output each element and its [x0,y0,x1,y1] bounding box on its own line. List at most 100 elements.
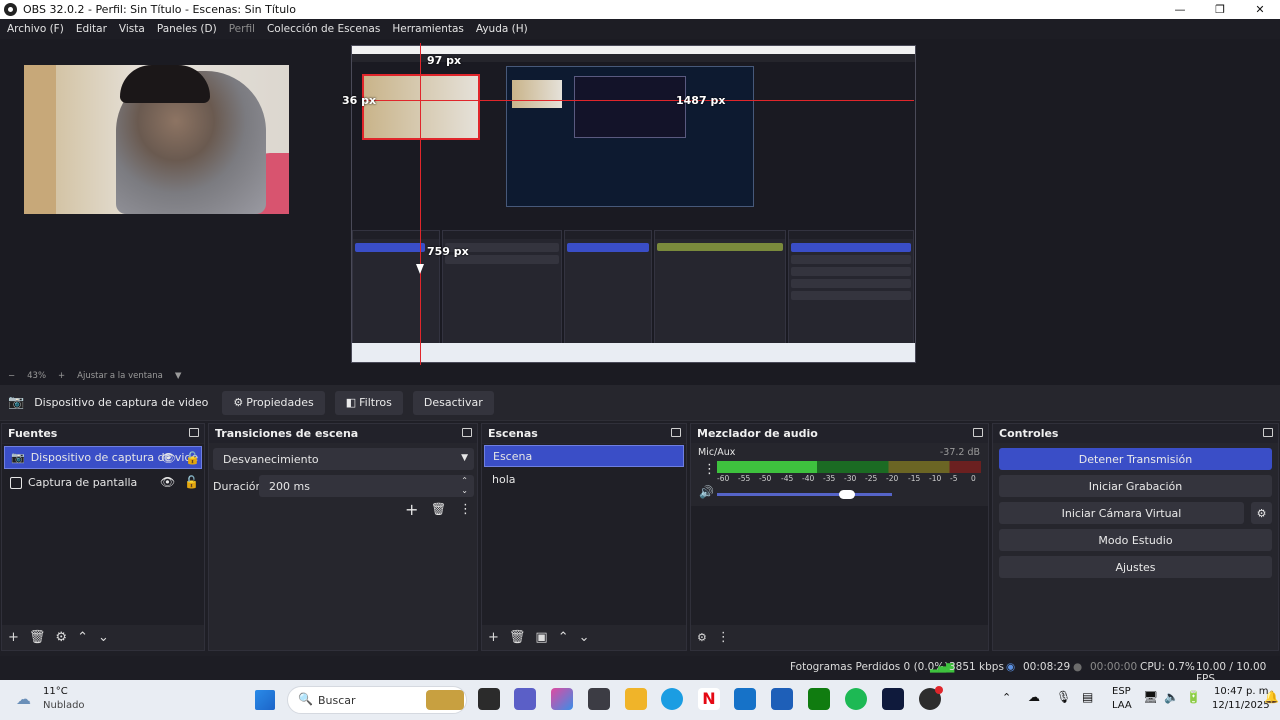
keyboard-layout[interactable]: LAA [1112,700,1132,711]
start-recording-button[interactable]: Iniciar Grabación [999,475,1272,497]
volume-icon[interactable]: 🔈 [1164,690,1179,704]
zoom-dropdown-icon[interactable]: ▼ [175,371,182,381]
scene-item-hola[interactable]: hola [484,468,684,490]
volume-slider[interactable] [717,490,892,499]
tray-app-icon[interactable]: ▤ [1082,690,1093,704]
zoom-in-button[interactable]: + [58,371,65,381]
record-time: 00:00:00 [1090,661,1138,673]
search-placeholder: Buscar [318,694,356,707]
remove-source-button[interactable]: 🗑 [29,630,46,645]
copilot-icon[interactable] [551,688,573,710]
mixer-menu-icon[interactable]: ⋮ [717,630,730,645]
scenes-title: Escenas [488,427,538,440]
remove-transition-button[interactable]: 🗑 [431,502,446,516]
move-down-button[interactable]: ⌄ [579,630,590,645]
move-up-button[interactable]: ⌃ [558,630,569,645]
stop-streaming-button[interactable]: Detener Transmisión [999,448,1272,470]
menu-paneles[interactable]: Paneles (D) [157,23,217,35]
controls-title: Controles [999,427,1059,440]
keyboard-language[interactable]: ESP [1112,686,1131,697]
microphone-icon[interactable]: 🎙 [1056,690,1071,704]
settings-button[interactable]: Ajustes [999,556,1272,578]
obs-taskbar-icon[interactable] [919,686,943,710]
task-view-icon[interactable] [478,688,500,710]
mixer-channel-name: Mic/Aux [698,447,736,458]
mixer-advanced-icon[interactable]: ⚙ [697,631,707,644]
preview-canvas[interactable]: 97 px 36 px 1487 px 759 px [0,39,1280,367]
onedrive-cloud-icon[interactable]: ☁ [1028,690,1040,704]
source-item-screen-capture[interactable]: Captura de pantalla 👁 🔓 [4,471,202,494]
menu-editar[interactable]: Editar [76,23,107,35]
spin-arrows-icon[interactable]: ⌃ ⌄ [461,476,468,496]
start-virtual-camera-button[interactable]: Iniciar Cámara Virtual [999,502,1244,524]
search-icon: 🔍 [298,692,313,706]
remove-scene-button[interactable]: 🗑 [509,630,526,645]
duration-spinbox[interactable]: 200 ms ⌃ ⌄ [259,475,474,497]
file-explorer-icon[interactable] [625,688,647,710]
weather-desc[interactable]: Nublado [43,700,85,711]
visibility-eye-icon[interactable]: 👁 [160,475,175,489]
add-transition-button[interactable]: + [405,500,418,519]
channel-menu-icon[interactable]: ⋮ [703,462,716,477]
clock-time[interactable]: 10:47 p. m. [1214,686,1272,697]
virtual-camera-settings-gear-icon[interactable]: ⚙ [1251,502,1272,524]
move-up-button[interactable]: ⌃ [77,630,88,645]
scenes-dock: Escenas Escena hola + 🗑 ▣ ⌃ ⌄ [481,423,687,651]
weather-cloud-icon[interactable]: ☁ [16,690,31,708]
dropped-frames: Fotogramas Perdidos 0 (0.0%) [790,661,949,673]
spotify-icon[interactable] [845,688,867,710]
filters-button[interactable]: ◧ Filtros [334,390,403,415]
source-item-video-capture[interactable]: 📷 Dispositivo de captura de vide 👁 🔓 [4,446,202,469]
properties-button[interactable]: ⚙ Propiedades [222,390,325,415]
visibility-eye-icon[interactable]: 👁 [161,451,176,465]
store-icon[interactable] [734,688,756,710]
selected-source-outline[interactable] [362,74,480,140]
unlock-icon[interactable]: 🔓 [185,451,200,465]
minimize-button[interactable]: — [1160,0,1200,19]
undock-icon[interactable] [1263,428,1273,437]
taskbar-search-box[interactable]: 🔍 Buscar [287,686,467,714]
notifications-bell-icon[interactable]: 🔔 [1264,690,1279,704]
windows-start-icon[interactable] [255,690,275,710]
menu-ayuda[interactable]: Ayuda (H) [476,23,528,35]
netflix-icon[interactable]: N [698,688,720,710]
disney-plus-icon[interactable] [882,688,904,710]
app-icon[interactable] [771,688,793,710]
menu-archivo[interactable]: Archivo (F) [7,23,64,35]
add-source-button[interactable]: + [8,630,19,645]
menu-coleccion-escenas[interactable]: Colección de Escenas [267,23,380,35]
close-button[interactable]: ✕ [1240,0,1280,19]
volume-slider-handle[interactable] [839,490,855,499]
move-down-button[interactable]: ⌄ [98,630,109,645]
undock-icon[interactable] [189,428,199,437]
scene-item-escena[interactable]: Escena [484,445,684,467]
transition-more-button[interactable]: ⋮ [459,502,472,517]
zoom-out-button[interactable]: − [8,371,15,381]
source-settings-button[interactable]: ⚙ [55,630,67,645]
studio-mode-button[interactable]: Modo Estudio [999,529,1272,551]
transition-type-select[interactable]: Desvanecimiento ▼ [213,448,474,470]
speaker-icon[interactable]: 🔊 [699,485,714,499]
xbox-icon[interactable] [808,688,830,710]
menu-vista[interactable]: Vista [119,23,145,35]
edge-icon[interactable] [661,688,683,710]
add-scene-button[interactable]: + [488,630,499,645]
fit-to-window-label[interactable]: Ajustar a la ventana [77,371,163,381]
network-icon[interactable]: 🖥 [1143,690,1158,704]
undock-icon[interactable] [973,428,983,437]
tray-chevron-up-icon[interactable]: ⌃ [1002,691,1011,704]
disable-button[interactable]: Desactivar [412,390,494,415]
undock-icon[interactable] [671,428,681,437]
teams-icon[interactable] [514,688,536,710]
clock-date[interactable]: 12/11/2025 [1212,700,1270,711]
menu-herramientas[interactable]: Herramientas [392,23,464,35]
scene-filters-button[interactable]: ▣ [535,630,547,645]
menu-perfil[interactable]: Perfil [229,23,255,35]
battery-icon[interactable]: 🔋 [1186,690,1201,704]
unlock-icon[interactable]: 🔓 [184,475,199,489]
maximize-button[interactable]: ❐ [1200,0,1240,19]
screen-capture-source[interactable] [351,45,916,363]
weather-temp[interactable]: 11°C [43,686,68,697]
undock-icon[interactable] [462,428,472,437]
app-icon[interactable] [588,688,610,710]
